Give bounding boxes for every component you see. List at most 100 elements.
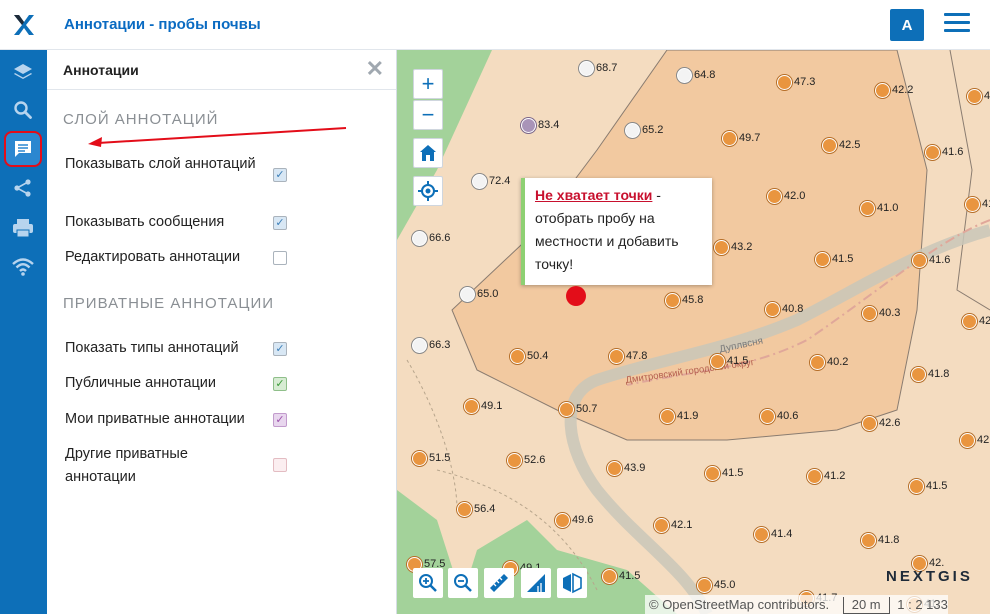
sample-point[interactable]: 40.2 <box>810 354 848 370</box>
sample-point[interactable]: 41.4 <box>754 526 792 542</box>
top-bar: Аннотации - пробы почвы А <box>0 0 990 50</box>
annotation-popup[interactable]: Не хватает точки - отобрать пробу на мес… <box>521 178 712 285</box>
share-icon[interactable] <box>4 170 42 206</box>
sample-point[interactable]: 41. <box>965 196 990 212</box>
show-types-checkbox[interactable]: ✓ <box>273 342 287 356</box>
annotations-icon[interactable] <box>4 131 42 167</box>
option-public-label: Публичные аннотации <box>65 375 216 391</box>
user-avatar[interactable]: А <box>890 9 924 41</box>
sample-point[interactable]: 50.7 <box>559 401 597 417</box>
sample-point[interactable]: 41.5 <box>815 251 853 267</box>
zoom-in-magnifier-icon <box>419 574 437 592</box>
compare-icon <box>563 572 582 594</box>
map-attribution: © OpenStreetMap contributors. 20 m 1 : 2… <box>645 595 948 614</box>
sample-point[interactable]: 41.8 <box>861 532 899 548</box>
sample-point[interactable]: 49.6 <box>555 512 593 528</box>
edit-checkbox[interactable] <box>273 251 287 265</box>
show-messages-checkbox[interactable]: ✓ <box>273 216 287 230</box>
wifi-icon[interactable] <box>4 249 42 285</box>
locate-button[interactable] <box>413 176 443 206</box>
left-sidebar <box>0 50 47 614</box>
zoom-in-tool-button[interactable] <box>413 568 443 598</box>
option-edit-label: Редактировать аннотации <box>65 249 241 265</box>
ruler-icon <box>490 574 508 592</box>
sample-point[interactable]: 51.5 <box>412 450 450 466</box>
my-private-checkbox[interactable]: ✓ <box>273 413 287 427</box>
other-private-checkbox[interactable] <box>273 458 287 472</box>
sample-point[interactable]: 49.1 <box>464 398 502 414</box>
sample-point[interactable]: 43.2 <box>714 239 752 255</box>
option-show-messages-label: Показывать сообщения <box>65 214 225 230</box>
measure-area-button[interactable] <box>521 568 551 598</box>
sample-point[interactable]: 41.2 <box>807 468 845 484</box>
sample-point[interactable]: 65.2 <box>625 122 663 138</box>
sample-point[interactable]: 45.0 <box>697 577 735 593</box>
sample-point[interactable]: 66.3 <box>412 337 450 353</box>
sample-point[interactable]: 56.4 <box>457 501 495 517</box>
option-show-layer-label: Показывать слой аннотаций <box>65 156 256 172</box>
search-icon[interactable] <box>4 92 42 128</box>
sample-point[interactable]: 41.5 <box>705 465 743 481</box>
close-icon[interactable]: ✕ <box>366 58 384 80</box>
annotation-marker-icon[interactable] <box>566 286 586 306</box>
sample-point[interactable]: 41.9 <box>660 408 698 424</box>
app-logo[interactable] <box>0 0 47 50</box>
swipe-compare-button[interactable] <box>557 568 587 598</box>
sample-point[interactable]: 49.7 <box>722 130 760 146</box>
panel-title: Аннотации <box>63 61 139 78</box>
zoom-out-tool-button[interactable] <box>448 568 478 598</box>
map-view[interactable]: Дуплвсня Дмитровский городской округ 68.… <box>397 50 990 614</box>
option-other-private-label: Другие приватные аннотации <box>65 446 188 485</box>
sample-point[interactable]: 43.9 <box>607 460 645 476</box>
zoom-in-button[interactable]: + <box>413 69 443 99</box>
sample-point[interactable]: 68.7 <box>579 60 617 76</box>
section-private-annotations: ПРИВАТНЫЕ АННОТАЦИИ <box>63 295 275 312</box>
sample-point[interactable]: 42.5 <box>822 137 860 153</box>
sample-point[interactable]: 65.0 <box>460 286 498 302</box>
sample-point[interactable]: 41.5 <box>909 478 947 494</box>
sample-point[interactable]: 83.4 <box>521 117 559 133</box>
sample-point[interactable]: 41.0 <box>860 200 898 216</box>
attribution-text: © OpenStreetMap contributors. <box>649 597 830 612</box>
sample-point[interactable]: 42.5 <box>960 432 990 448</box>
sample-point[interactable]: 47.8 <box>609 348 647 364</box>
sample-point[interactable]: 40.6 <box>760 408 798 424</box>
sample-point[interactable]: 41.5 <box>710 353 748 369</box>
sample-point[interactable]: 41.6 <box>925 144 963 160</box>
zoom-out-button[interactable]: − <box>413 100 443 130</box>
scale-bar: 20 m <box>842 597 890 614</box>
layers-icon[interactable] <box>4 54 42 90</box>
sample-point[interactable]: 41. <box>967 88 990 104</box>
print-icon[interactable] <box>4 210 42 246</box>
sample-point[interactable]: 41.5 <box>602 568 640 584</box>
panel-header: Аннотации ✕ <box>47 50 396 90</box>
sample-point[interactable]: 40.8 <box>765 301 803 317</box>
hamburger-menu-icon[interactable] <box>944 13 970 35</box>
area-icon <box>527 574 545 592</box>
sample-point[interactable]: 64.8 <box>677 67 715 83</box>
sample-point[interactable]: 42.1 <box>962 313 990 329</box>
sample-point[interactable]: 41.6 <box>912 252 950 268</box>
home-button[interactable] <box>413 138 443 168</box>
sample-point[interactable]: 50.4 <box>510 348 548 364</box>
show-layer-checkbox[interactable]: ✓ <box>273 168 287 182</box>
sample-point[interactable]: 52.6 <box>507 452 545 468</box>
zoom-out-magnifier-icon <box>454 574 472 592</box>
public-checkbox[interactable]: ✓ <box>273 377 287 391</box>
sample-point[interactable]: 40.3 <box>862 305 900 321</box>
measure-distance-button[interactable] <box>484 568 514 598</box>
locate-icon <box>418 181 438 201</box>
sample-point[interactable]: 42.6 <box>862 415 900 431</box>
map-background <box>397 50 990 614</box>
sample-point[interactable]: 42.0 <box>767 188 805 204</box>
home-icon <box>420 145 436 161</box>
sample-point[interactable]: 72.4 <box>472 173 510 189</box>
sample-point[interactable]: 41.8 <box>911 366 949 382</box>
sample-point[interactable]: 45.8 <box>665 292 703 308</box>
sample-point[interactable]: 42.2 <box>875 82 913 98</box>
nextgis-logo: NEXTGIS <box>886 568 973 585</box>
sample-point[interactable]: 47.3 <box>777 74 815 90</box>
sample-point[interactable]: 42.1 <box>654 517 692 533</box>
sample-point[interactable]: 66.6 <box>412 230 450 246</box>
popup-link[interactable]: Не хватает точки <box>535 187 652 203</box>
